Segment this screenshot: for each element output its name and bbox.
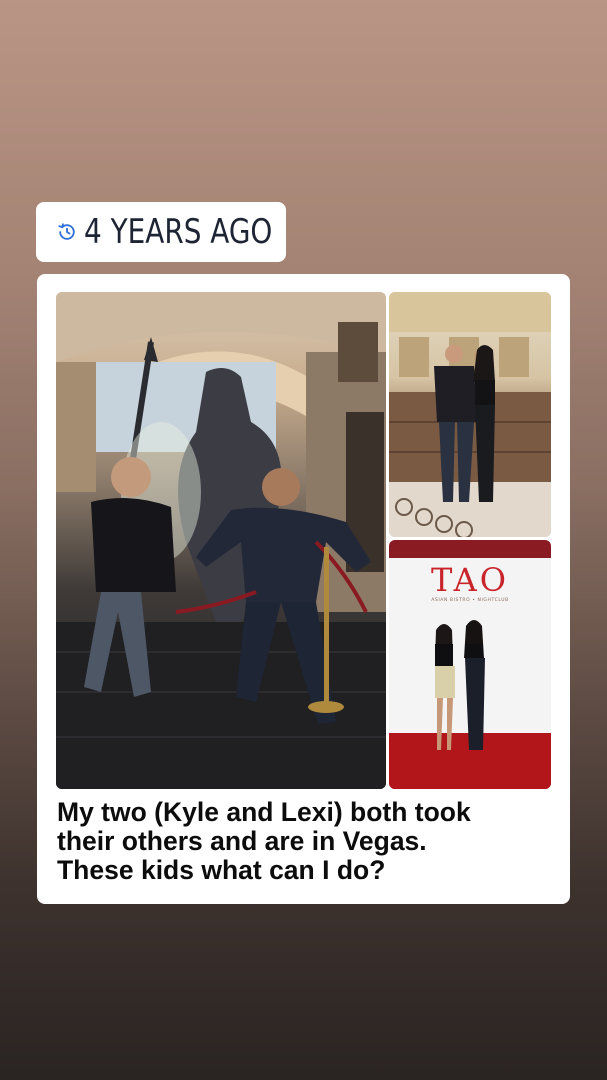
shared-post-card[interactable]: TAO ASIAN BISTRO • NIGHTCLUB My two (Kyl…: [37, 274, 570, 904]
memory-badge: 4 YEARS AGO: [36, 202, 286, 262]
caption-line: These kids what can I do?: [57, 855, 386, 885]
photo-main-illustration: [56, 292, 386, 789]
photo-main[interactable]: [56, 292, 386, 789]
tao-sign-subtext: ASIAN BISTRO • NIGHTCLUB: [431, 598, 509, 603]
photo-top-right-illustration: [389, 292, 551, 537]
caption-line: their others and are in Vegas.: [57, 826, 427, 856]
tao-sign-text: TAO: [431, 561, 509, 599]
photo-bottom-right[interactable]: TAO ASIAN BISTRO • NIGHTCLUB: [389, 540, 551, 789]
tao-sign: TAO ASIAN BISTRO • NIGHTCLUB: [389, 562, 551, 603]
caption-line: My two (Kyle and Lexi) both took: [57, 797, 471, 827]
story-screen[interactable]: 4 YEARS AGO TAO ASIAN BISTRO • NIGHTCLUB…: [0, 0, 607, 1080]
history-clock-icon: [56, 221, 78, 243]
post-caption: My two (Kyle and Lexi) both took their o…: [57, 798, 557, 885]
photo-top-right[interactable]: [389, 292, 551, 537]
photo-collage[interactable]: TAO ASIAN BISTRO • NIGHTCLUB: [56, 292, 551, 789]
memory-badge-text: 4 YEARS AGO: [84, 212, 273, 252]
